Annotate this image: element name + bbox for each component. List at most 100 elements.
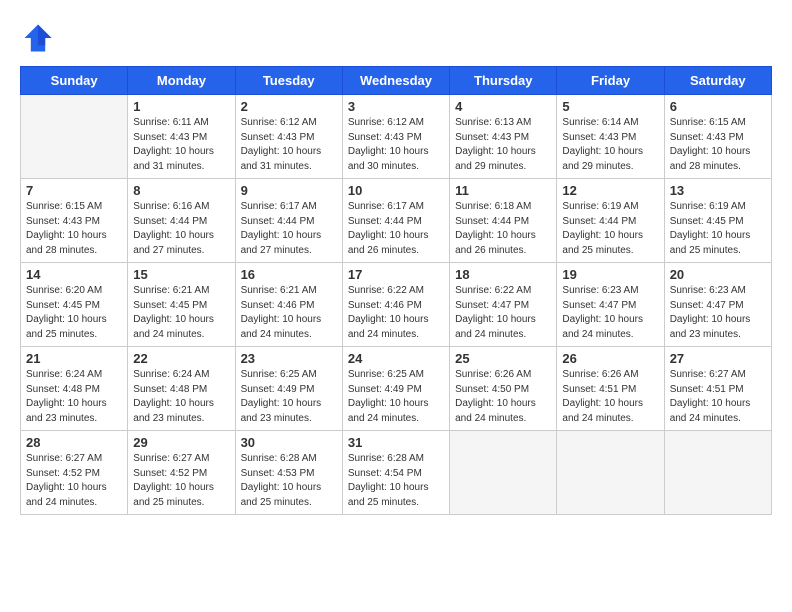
calendar-day-cell: 23Sunrise: 6:25 AM Sunset: 4:49 PM Dayli…: [235, 347, 342, 431]
calendar-header-row: SundayMondayTuesdayWednesdayThursdayFrid…: [21, 67, 772, 95]
day-info: Sunrise: 6:13 AM Sunset: 4:43 PM Dayligh…: [455, 116, 551, 174]
day-number: 20: [670, 267, 766, 282]
calendar-day-cell: 19 Sunrise: 6:23 AM Sunset: 4:47 PM Dayli…: [557, 263, 664, 347]
logo-icon: [20, 20, 56, 56]
day-number: 4: [455, 99, 551, 114]
day-info: Sunrise: 6:12 AM Sunset: 4:43 PM Dayligh…: [348, 116, 444, 174]
calendar-day-cell: 4 Sunrise: 6:13 AM Sunset: 4:43 PM Daylig…: [450, 95, 557, 179]
calendar-day-cell: [21, 95, 128, 179]
day-number: 27: [670, 351, 766, 366]
day-info: Sunrise: 6:21 AM Sunset: 4:45 PM Dayligh…: [133, 284, 229, 342]
day-info: Sunrise: 6:22 AM Sunset: 4:46 PM Dayligh…: [348, 284, 444, 342]
day-number: 10: [348, 183, 444, 198]
calendar-day-cell: 2Sunrise: 6:12 AM Sunset: 4:43 PM Daylig…: [235, 95, 342, 179]
calendar-day-cell: 20 Sunrise: 6:23 AM Sunset: 4:47 PM Dayli…: [664, 263, 771, 347]
day-of-week-header: Monday: [128, 67, 235, 95]
day-number: 5: [562, 99, 658, 114]
calendar-day-cell: 29Sunrise: 6:27 AM Sunset: 4:52 PM Dayli…: [128, 431, 235, 515]
calendar-day-cell: 11Sunrise: 6:18 AM Sunset: 4:44 PM Dayli…: [450, 179, 557, 263]
calendar-day-cell: 27 Sunrise: 6:27 AM Sunset: 4:51 PM Dayli…: [664, 347, 771, 431]
calendar-day-cell: 12 Sunrise: 6:19 AM Sunset: 4:44 PM Dayli…: [557, 179, 664, 263]
logo: [20, 20, 62, 56]
day-number: 25: [455, 351, 551, 366]
day-info: Sunrise: 6:17 AM Sunset: 4:44 PM Dayligh…: [241, 200, 337, 258]
day-of-week-header: Sunday: [21, 67, 128, 95]
day-number: 28: [26, 435, 122, 450]
day-number: 17: [348, 267, 444, 282]
calendar-day-cell: 31 Sunrise: 6:28 AM Sunset: 4:54 PM Dayli…: [342, 431, 449, 515]
day-info: Sunrise: 6:23 AM Sunset: 4:47 PM Dayligh…: [562, 284, 658, 342]
calendar-day-cell: 9 Sunrise: 6:17 AM Sunset: 4:44 PM Daylig…: [235, 179, 342, 263]
day-info: Sunrise: 6:28 AM Sunset: 4:53 PM Dayligh…: [241, 452, 337, 510]
day-info: Sunrise: 6:17 AM Sunset: 4:44 PM Dayligh…: [348, 200, 444, 258]
calendar-day-cell: 13Sunrise: 6:19 AM Sunset: 4:45 PM Dayli…: [664, 179, 771, 263]
calendar-day-cell: 21 Sunrise: 6:24 AM Sunset: 4:48 PM Dayli…: [21, 347, 128, 431]
day-info: Sunrise: 6:26 AM Sunset: 4:51 PM Dayligh…: [562, 368, 658, 426]
calendar-day-cell: 6 Sunrise: 6:15 AM Sunset: 4:43 PM Daylig…: [664, 95, 771, 179]
day-info: Sunrise: 6:27 AM Sunset: 4:52 PM Dayligh…: [133, 452, 229, 510]
day-of-week-header: Tuesday: [235, 67, 342, 95]
day-info: Sunrise: 6:15 AM Sunset: 4:43 PM Dayligh…: [26, 200, 122, 258]
day-number: 12: [562, 183, 658, 198]
day-number: 23: [241, 351, 337, 366]
day-number: 15: [133, 267, 229, 282]
day-number: 24: [348, 351, 444, 366]
day-info: Sunrise: 6:18 AM Sunset: 4:44 PM Dayligh…: [455, 200, 551, 258]
day-of-week-header: Saturday: [664, 67, 771, 95]
day-of-week-header: Friday: [557, 67, 664, 95]
calendar-day-cell: 7 Sunrise: 6:15 AM Sunset: 4:43 PM Daylig…: [21, 179, 128, 263]
calendar-day-cell: 22Sunrise: 6:24 AM Sunset: 4:48 PM Dayli…: [128, 347, 235, 431]
day-number: 31: [348, 435, 444, 450]
calendar-day-cell: [557, 431, 664, 515]
day-number: 19: [562, 267, 658, 282]
calendar-table: SundayMondayTuesdayWednesdayThursdayFrid…: [20, 66, 772, 515]
day-number: 18: [455, 267, 551, 282]
calendar-week-row: 7 Sunrise: 6:15 AM Sunset: 4:43 PM Daylig…: [21, 179, 772, 263]
day-number: 16: [241, 267, 337, 282]
day-info: Sunrise: 6:27 AM Sunset: 4:51 PM Dayligh…: [670, 368, 766, 426]
day-info: Sunrise: 6:23 AM Sunset: 4:47 PM Dayligh…: [670, 284, 766, 342]
day-info: Sunrise: 6:12 AM Sunset: 4:43 PM Dayligh…: [241, 116, 337, 174]
calendar-day-cell: 24 Sunrise: 6:25 AM Sunset: 4:49 PM Dayli…: [342, 347, 449, 431]
day-number: 7: [26, 183, 122, 198]
day-number: 22: [133, 351, 229, 366]
day-number: 3: [348, 99, 444, 114]
day-number: 9: [241, 183, 337, 198]
day-info: Sunrise: 6:19 AM Sunset: 4:44 PM Dayligh…: [562, 200, 658, 258]
page-header: [20, 20, 772, 56]
calendar-day-cell: 26 Sunrise: 6:26 AM Sunset: 4:51 PM Dayli…: [557, 347, 664, 431]
day-number: 30: [241, 435, 337, 450]
calendar-week-row: 21 Sunrise: 6:24 AM Sunset: 4:48 PM Dayli…: [21, 347, 772, 431]
calendar-week-row: 1Sunrise: 6:11 AM Sunset: 4:43 PM Daylig…: [21, 95, 772, 179]
calendar-week-row: 14 Sunrise: 6:20 AM Sunset: 4:45 PM Dayli…: [21, 263, 772, 347]
day-info: Sunrise: 6:25 AM Sunset: 4:49 PM Dayligh…: [348, 368, 444, 426]
day-number: 26: [562, 351, 658, 366]
day-info: Sunrise: 6:11 AM Sunset: 4:43 PM Dayligh…: [133, 116, 229, 174]
day-number: 6: [670, 99, 766, 114]
day-number: 13: [670, 183, 766, 198]
calendar-day-cell: 25 Sunrise: 6:26 AM Sunset: 4:50 PM Dayli…: [450, 347, 557, 431]
calendar-day-cell: 15 Sunrise: 6:21 AM Sunset: 4:45 PM Dayli…: [128, 263, 235, 347]
calendar-day-cell: 10 Sunrise: 6:17 AM Sunset: 4:44 PM Dayli…: [342, 179, 449, 263]
calendar-week-row: 28 Sunrise: 6:27 AM Sunset: 4:52 PM Dayli…: [21, 431, 772, 515]
calendar-day-cell: 5 Sunrise: 6:14 AM Sunset: 4:43 PM Daylig…: [557, 95, 664, 179]
calendar-day-cell: [450, 431, 557, 515]
day-info: Sunrise: 6:15 AM Sunset: 4:43 PM Dayligh…: [670, 116, 766, 174]
calendar-day-cell: 18Sunrise: 6:22 AM Sunset: 4:47 PM Dayli…: [450, 263, 557, 347]
day-info: Sunrise: 6:14 AM Sunset: 4:43 PM Dayligh…: [562, 116, 658, 174]
day-info: Sunrise: 6:24 AM Sunset: 4:48 PM Dayligh…: [26, 368, 122, 426]
calendar-day-cell: [664, 431, 771, 515]
day-of-week-header: Thursday: [450, 67, 557, 95]
calendar-day-cell: 1Sunrise: 6:11 AM Sunset: 4:43 PM Daylig…: [128, 95, 235, 179]
calendar-day-cell: 17 Sunrise: 6:22 AM Sunset: 4:46 PM Dayli…: [342, 263, 449, 347]
day-info: Sunrise: 6:27 AM Sunset: 4:52 PM Dayligh…: [26, 452, 122, 510]
day-of-week-header: Wednesday: [342, 67, 449, 95]
day-info: Sunrise: 6:20 AM Sunset: 4:45 PM Dayligh…: [26, 284, 122, 342]
calendar-day-cell: 28 Sunrise: 6:27 AM Sunset: 4:52 PM Dayli…: [21, 431, 128, 515]
day-info: Sunrise: 6:26 AM Sunset: 4:50 PM Dayligh…: [455, 368, 551, 426]
day-info: Sunrise: 6:21 AM Sunset: 4:46 PM Dayligh…: [241, 284, 337, 342]
calendar-day-cell: 30 Sunrise: 6:28 AM Sunset: 4:53 PM Dayli…: [235, 431, 342, 515]
day-number: 21: [26, 351, 122, 366]
day-number: 14: [26, 267, 122, 282]
day-info: Sunrise: 6:28 AM Sunset: 4:54 PM Dayligh…: [348, 452, 444, 510]
